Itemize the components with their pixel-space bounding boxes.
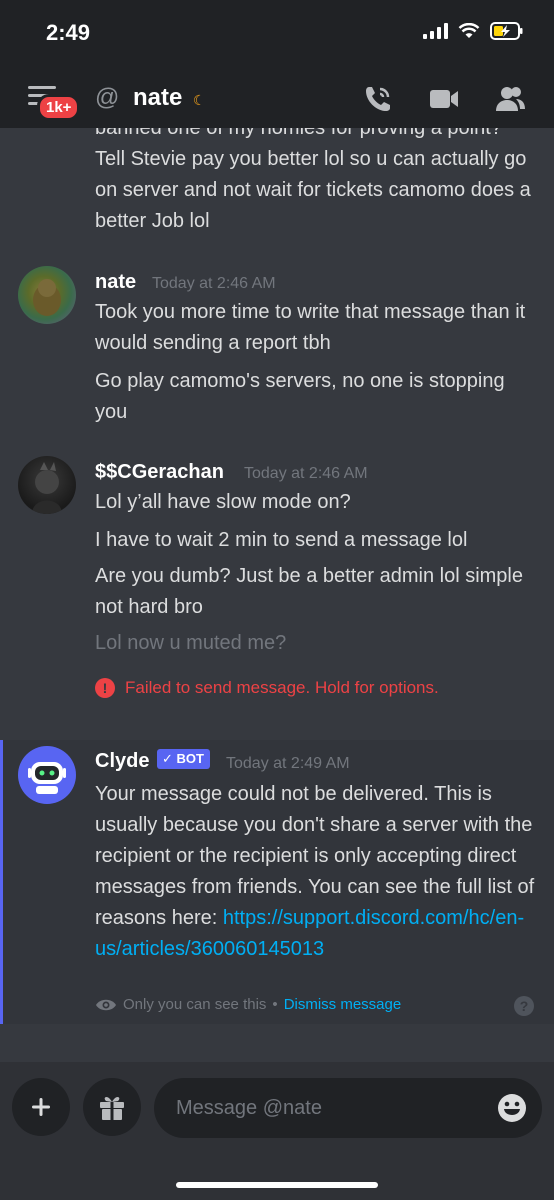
gift-icon — [100, 1096, 124, 1120]
failed-send-text: Failed to send message. Hold for options… — [125, 678, 439, 697]
bot-badge-label: BOT — [176, 751, 204, 766]
error-icon: ! — [95, 678, 115, 698]
members-icon[interactable] — [494, 83, 526, 115]
dismiss-message-link[interactable]: Dismiss message — [284, 996, 402, 1013]
only-you-text: Only you can see this — [123, 996, 267, 1013]
pending-message-text[interactable]: Lol now u muted me? — [95, 628, 535, 659]
timestamp: Today at 2:49 AM — [226, 755, 350, 772]
failed-send-notice[interactable]: ! Failed to send message. Hold for optio… — [95, 678, 439, 698]
username[interactable]: $$CGerachan — [95, 461, 224, 484]
status-bar: 2:49 — [0, 0, 554, 70]
username[interactable]: nate — [95, 271, 136, 294]
ephemeral-footer: Only you can see this • Dismiss message — [95, 996, 401, 1013]
moon-icon: ☾ — [193, 92, 206, 108]
message-text: Are you dumb? Just be a better admin lol… — [95, 565, 523, 618]
channel-header: 1k+ @ nate ☾ — [0, 70, 554, 128]
timestamp: Today at 2:46 AM — [244, 465, 368, 482]
separator: • — [272, 996, 278, 1013]
username[interactable]: Clyde — [95, 750, 149, 773]
avatar[interactable] — [18, 456, 76, 514]
status-time: 2:49 — [46, 20, 91, 45]
eye-icon — [96, 999, 116, 1010]
message-text: Your message could not be delivered. Thi… — [95, 779, 535, 965]
help-icon[interactable]: ? — [514, 996, 534, 1016]
mention-badge: 1k+ — [37, 94, 81, 121]
avatar[interactable] — [18, 746, 76, 804]
add-attachment-button[interactable] — [12, 1078, 70, 1136]
message-list[interactable]: banned one of my homies for proving a po… — [0, 128, 554, 1058]
dm-recipient-name[interactable]: nate — [133, 84, 182, 112]
home-indicator[interactable] — [176, 1182, 378, 1188]
message-text: Go play camomo's servers, no one is stop… — [95, 370, 505, 423]
wifi-icon — [458, 23, 480, 38]
at-icon: @ — [95, 84, 120, 111]
composer-bar — [0, 1062, 554, 1200]
message-text: I have to wait 2 min to send a message l… — [95, 529, 468, 551]
message-input[interactable] — [174, 1092, 478, 1124]
timestamp: Today at 2:46 AM — [152, 275, 276, 292]
phone-call-icon[interactable] — [362, 83, 394, 115]
video-icon[interactable] — [428, 83, 460, 115]
gift-button[interactable] — [83, 1078, 141, 1136]
message-input-container[interactable] — [154, 1078, 542, 1138]
bot-badge: ✓ BOT — [157, 749, 210, 769]
battery-charging-icon — [490, 22, 523, 40]
avatar[interactable] — [18, 266, 76, 324]
message-text: banned one of my homies for proving a po… — [95, 128, 531, 232]
plus-icon — [32, 1098, 50, 1116]
emoji-icon[interactable] — [496, 1092, 528, 1124]
message-text: Lol y’all have slow mode on? — [95, 491, 351, 513]
message-text: Took you more time to write that message… — [95, 301, 526, 354]
status-icons — [423, 22, 524, 40]
cellular-signal-icon — [423, 23, 448, 39]
